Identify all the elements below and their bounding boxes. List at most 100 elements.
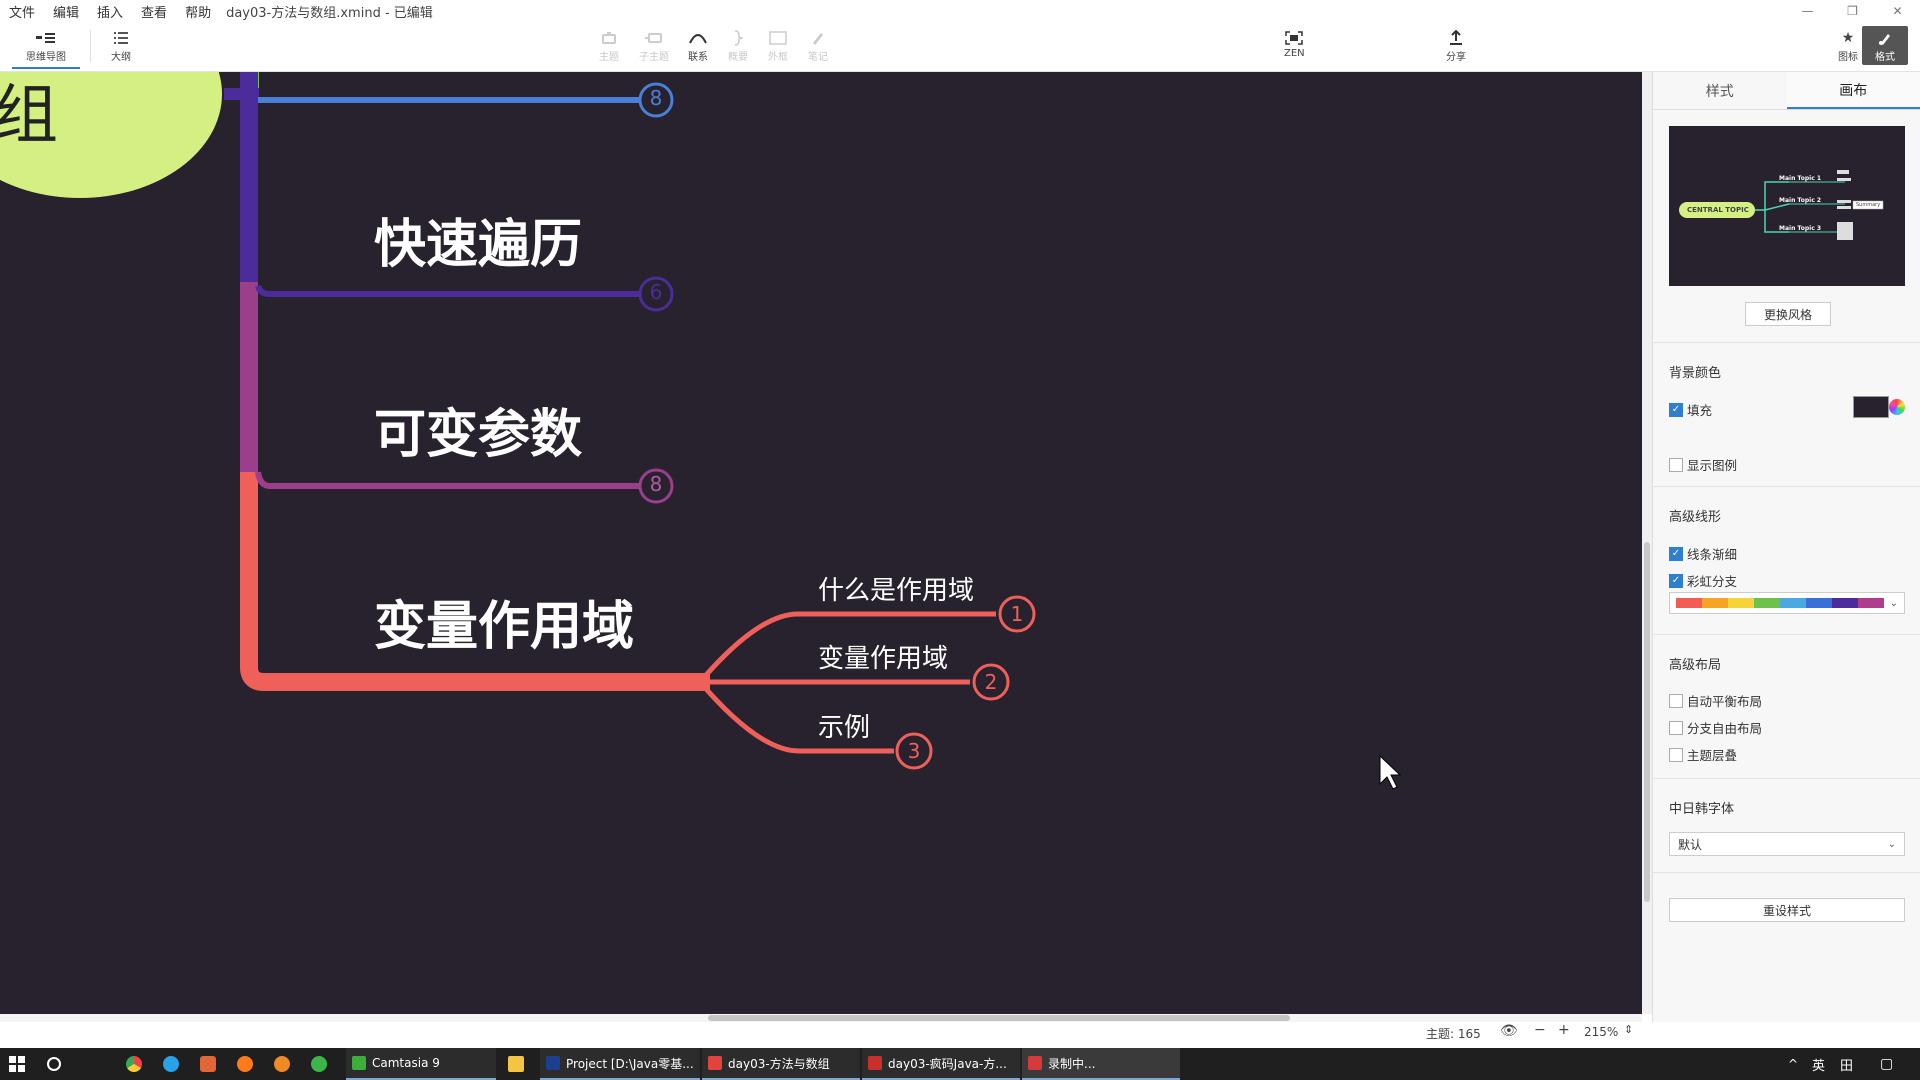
summary-button[interactable]: 概要 — [728, 28, 748, 63]
rainbow-color-select[interactable]: ⌄ — [1669, 592, 1905, 614]
branch-count-3: 8 — [649, 472, 663, 496]
subtopic-count-3: 3 — [907, 739, 921, 763]
taskbar-app-intellij[interactable]: Project [D:\Java零基... — [540, 1048, 700, 1080]
subtopic-variable-scope[interactable]: 变量作用域 — [818, 638, 948, 675]
outline-label: 大纲 — [111, 52, 131, 63]
cjk-font-heading: 中日韩字体 — [1669, 802, 1735, 817]
change-style-button[interactable]: 更换风格 — [1745, 302, 1831, 326]
eye-icon[interactable]: 👁 — [1500, 1023, 1518, 1039]
ime-indicator[interactable]: 英 — [1812, 1048, 1825, 1080]
bg-color-swatch[interactable] — [1853, 396, 1889, 418]
canvas-horizontal-scrollbar[interactable] — [0, 1014, 1642, 1022]
taskbar-app-camtasia[interactable]: Camtasia 9 — [346, 1048, 496, 1080]
app-taskbar-icon[interactable] — [200, 1048, 216, 1080]
star-icon: ★ — [1841, 30, 1855, 46]
qq-taskbar-icon[interactable] — [163, 1048, 179, 1080]
ime-mode-icon[interactable]: 田 — [1840, 1048, 1853, 1080]
legend-label: 显示图例 — [1687, 458, 1738, 473]
mindmap-canvas[interactable]: 组 8 快速遍历 6 可变参数 8 变量作用域 什么是作用域 1 变量作用域 2… — [0, 72, 1642, 1014]
subtopic-example[interactable]: 示例 — [818, 707, 870, 744]
title-bar: 文件 编辑 插入 查看 帮助 day03-方法与数组.xmind - 已编辑 —… — [0, 0, 1920, 22]
relationship-button[interactable]: 联系 — [688, 28, 708, 63]
reset-style-button[interactable]: 重设样式 — [1669, 898, 1905, 922]
fill-checkbox[interactable]: ✓ 填充 — [1669, 400, 1712, 419]
intellij-icon — [546, 1056, 560, 1070]
branch-topic-quick-traversal[interactable]: 快速遍历 — [374, 202, 582, 277]
subtopic-what-is-scope[interactable]: 什么是作用域 — [818, 570, 974, 607]
taskbar-app-label: day03-方法与数组 — [728, 1056, 830, 1071]
trunk-purple — [240, 72, 258, 290]
search-tool-taskbar-icon[interactable] — [274, 1048, 290, 1080]
zoom-level[interactable]: 215% — [1584, 1025, 1618, 1039]
menu-insert[interactable]: 插入 — [88, 2, 132, 21]
zen-label: ZEN — [1284, 48, 1305, 59]
boundary-label: 外框 — [768, 52, 788, 63]
zoom-in-button[interactable]: + — [1558, 1022, 1570, 1038]
topic-button[interactable]: 主题 — [599, 28, 619, 63]
free-branch-check-icon — [1669, 720, 1683, 735]
central-topic-text[interactable]: 组 — [0, 72, 58, 156]
taskbar-app-label: day03-疯码Java-方... — [888, 1056, 1007, 1071]
cjk-font-select[interactable]: 默认 ⌄ — [1669, 832, 1905, 856]
branch-topic-variable-scope[interactable]: 变量作用域 — [374, 584, 634, 659]
zoom-stepper-icon[interactable]: ⇕ — [1624, 1023, 1633, 1036]
menu-edit[interactable]: 编辑 — [44, 2, 88, 21]
subtopic-icon — [645, 28, 663, 48]
taskbar-app-xmind[interactable]: day03-方法与数组 — [702, 1048, 860, 1080]
zen-button[interactable]: ZEN — [1284, 28, 1305, 59]
tab-style[interactable]: 样式 — [1653, 72, 1787, 109]
preview-summary: Summary — [1856, 202, 1881, 208]
file-explorer-taskbar-icon[interactable] — [508, 1048, 524, 1080]
outline-view-button[interactable]: 大纲 — [111, 28, 131, 63]
legend-checkbox[interactable]: 显示图例 — [1669, 455, 1737, 474]
mouse-cursor-icon — [1379, 754, 1402, 790]
notification-icon[interactable]: ▢ — [1880, 1048, 1893, 1080]
minimize-button[interactable]: — — [1785, 0, 1830, 22]
restore-button[interactable]: ❐ — [1830, 0, 1875, 22]
subtopic-button[interactable]: 子主题 — [639, 28, 669, 63]
share-button[interactable]: 分享 — [1446, 28, 1466, 63]
menu-view[interactable]: 查看 — [132, 2, 176, 21]
horizontal-scroll-thumb[interactable] — [708, 1015, 1290, 1021]
style-preview[interactable]: CENTRAL TOPIC Main Topic 1 Main Topic 2 … — [1669, 126, 1905, 286]
rainbow-strip — [1676, 598, 1884, 608]
rainbow-checkbox[interactable]: ✓ 彩虹分支 — [1669, 571, 1737, 590]
toolbar-divider — [90, 30, 91, 62]
mindmap-view-button[interactable]: 思维导图 — [12, 28, 80, 69]
panel-divider — [1653, 342, 1920, 343]
search-button[interactable] — [45, 1048, 63, 1080]
topic-overlap-checkbox[interactable]: 主题层叠 — [1669, 745, 1737, 764]
taskbar-app-label: Project [D:\Java零基... — [566, 1056, 694, 1071]
branch-topic-varargs[interactable]: 可变参数 — [374, 392, 582, 467]
taskbar-app-pdf[interactable]: day03-疯码Java-方... — [862, 1048, 1020, 1080]
rainbow-color-swatch — [1831, 598, 1858, 608]
app2-taskbar-icon[interactable] — [311, 1048, 327, 1080]
menu-file[interactable]: 文件 — [0, 2, 44, 21]
note-button[interactable]: 笔记 — [808, 28, 828, 63]
format-panel-button[interactable]: 格式 — [1862, 26, 1908, 65]
free-branch-checkbox[interactable]: 分支自由布局 — [1669, 718, 1762, 737]
firefox-taskbar-icon[interactable] — [237, 1048, 253, 1080]
preview-central-label: CENTRAL TOPIC — [1687, 206, 1749, 214]
chrome-taskbar-icon[interactable] — [126, 1048, 142, 1080]
menu-help[interactable]: 帮助 — [176, 2, 220, 21]
taskbar-app-label: Camtasia 9 — [372, 1056, 440, 1070]
canvas-vertical-scrollbar[interactable] — [1642, 72, 1652, 1014]
close-button[interactable]: ✕ — [1875, 0, 1920, 22]
taper-label: 线条渐细 — [1687, 547, 1738, 562]
topic-overlap-label: 主题层叠 — [1687, 748, 1738, 763]
start-button[interactable] — [8, 1048, 26, 1080]
auto-balance-checkbox[interactable]: 自动平衡布局 — [1669, 691, 1762, 710]
taper-checkbox[interactable]: ✓ 线条渐细 — [1669, 544, 1737, 563]
subtopic-count-1: 1 — [1010, 602, 1024, 626]
panel-divider — [1653, 778, 1920, 779]
taskbar: Camtasia 9 Project [D:\Java零基... day03-方… — [0, 1048, 1920, 1080]
color-wheel-icon[interactable] — [1889, 399, 1905, 415]
zoom-out-button[interactable]: − — [1534, 1022, 1546, 1038]
vertical-scroll-thumb[interactable] — [1644, 542, 1650, 902]
boundary-button[interactable]: 外框 — [768, 28, 788, 63]
taskbar-app-recorder[interactable]: 录制中... — [1022, 1048, 1180, 1080]
topic-count: 主题: 165 — [1426, 1027, 1481, 1041]
tab-canvas[interactable]: 画布 — [1786, 72, 1920, 109]
tray-chevron-icon[interactable]: ^ — [1788, 1048, 1798, 1080]
